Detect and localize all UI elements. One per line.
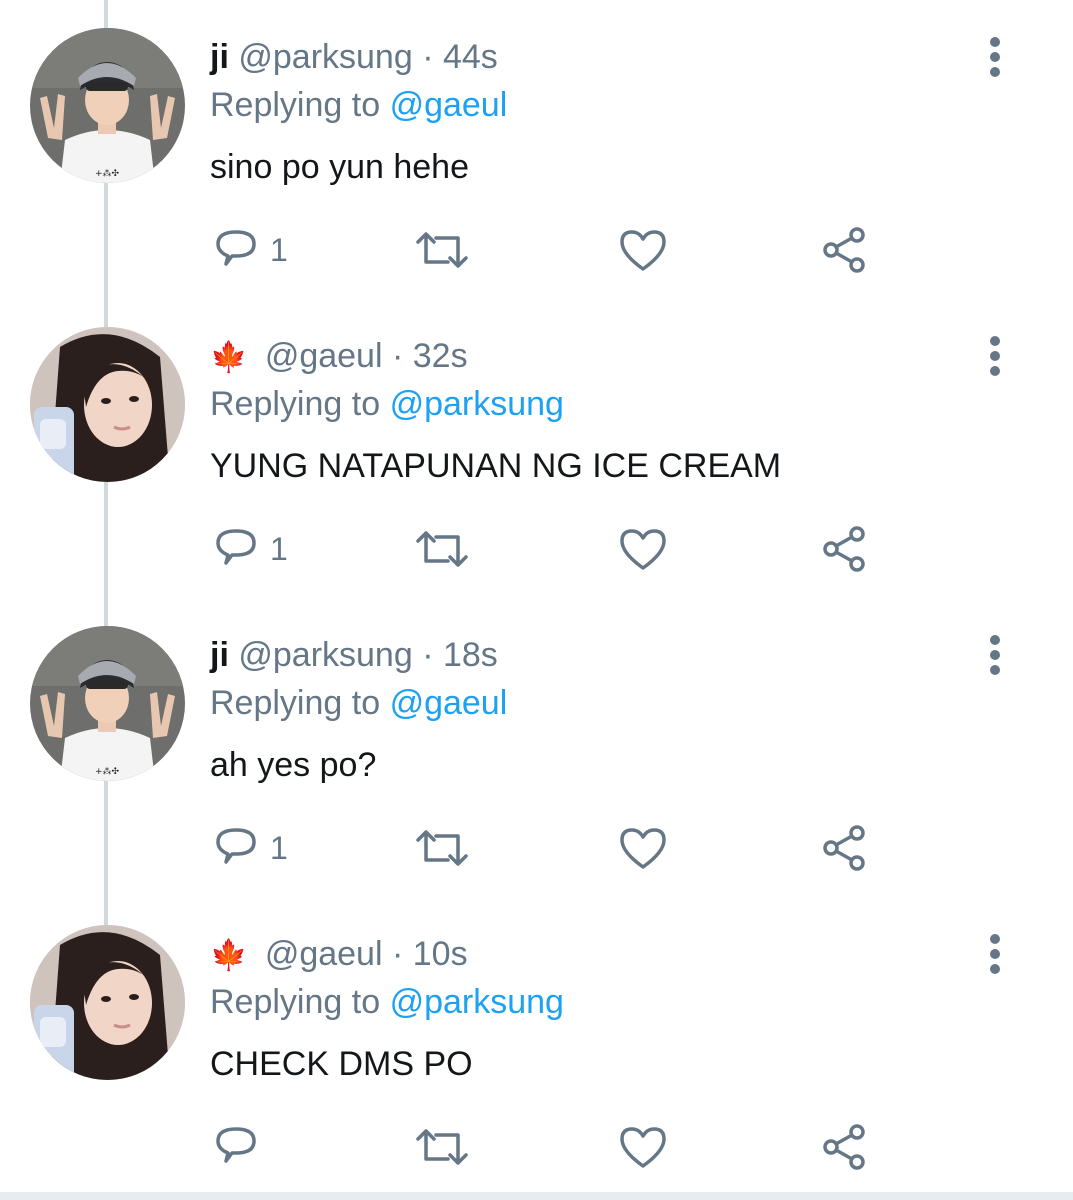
tweet[interactable]: 🍁 @gaeul · 32s Replying to @parksung YUN… [0, 299, 1073, 599]
more-options-button[interactable] [980, 634, 1010, 676]
avatar[interactable]: +⁂✣ [30, 28, 185, 183]
svg-text:+⁂✣: +⁂✣ [95, 766, 120, 777]
tweet-text: YUNG NATAPUNAN NG ICE CREAM [210, 447, 782, 485]
timestamp[interactable]: 10s [413, 935, 468, 973]
display-name[interactable]: ji [210, 38, 229, 76]
timestamp[interactable]: 18s [443, 636, 498, 674]
retweet-icon [416, 232, 468, 268]
tweet[interactable]: +⁂✣ ji @parksung · 18s Replying to @gaeu… [0, 598, 1073, 898]
tweet-header: 🍁 @gaeul · 10s [210, 933, 468, 975]
retweet-button[interactable] [414, 222, 470, 278]
tweet-actions: 1 [210, 820, 910, 876]
replying-prefix: Replying to [210, 86, 381, 124]
mention-link[interactable]: @gaeul [390, 86, 508, 124]
more-vertical-icon [990, 37, 1000, 77]
tweet-header: 🍁 @gaeul · 32s [210, 335, 468, 377]
like-icon [620, 828, 666, 869]
separator-dot: · [422, 38, 434, 76]
maple-leaf-display-name[interactable]: 🍁 [210, 341, 247, 374]
replying-prefix: Replying to [210, 385, 381, 423]
mention-link[interactable]: @gaeul [390, 684, 508, 722]
reply-count: 1 [270, 830, 288, 866]
like-icon [620, 230, 666, 271]
replying-to: Replying to @gaeul [210, 84, 507, 126]
reply-icon [216, 230, 256, 266]
tweet-header: ji @parksung · 44s [210, 36, 498, 78]
timestamp[interactable]: 44s [443, 38, 498, 76]
replying-prefix: Replying to [210, 983, 381, 1021]
more-options-button[interactable] [980, 335, 1010, 377]
tweet[interactable]: +⁂✣ ji @parksung · 44s Replying to @gaeu… [0, 0, 1073, 300]
retweet-button[interactable] [414, 820, 470, 876]
separator-dot: · [422, 636, 434, 674]
replying-to: Replying to @parksung [210, 981, 564, 1023]
share-icon [823, 1124, 865, 1170]
reply-count: 1 [270, 232, 288, 268]
reply-count: 1 [270, 531, 288, 567]
share-button[interactable] [820, 1119, 870, 1175]
reply-button[interactable]: 1 [212, 820, 288, 876]
mention-link[interactable]: @parksung [390, 385, 564, 423]
share-icon [823, 825, 865, 871]
like-button[interactable] [618, 820, 668, 876]
share-button[interactable] [820, 521, 870, 577]
reply-button[interactable] [212, 1119, 270, 1175]
share-icon [823, 227, 865, 273]
replying-prefix: Replying to [210, 684, 381, 722]
more-vertical-icon [990, 934, 1000, 974]
reply-icon [216, 529, 256, 565]
reply-icon [216, 828, 256, 864]
replying-to: Replying to @gaeul [210, 682, 507, 724]
retweet-icon [416, 1129, 468, 1165]
like-icon [620, 529, 666, 570]
avatar[interactable] [30, 925, 185, 1080]
retweet-icon [416, 830, 468, 866]
avatar[interactable]: +⁂✣ [30, 626, 185, 781]
retweet-button[interactable] [414, 1119, 470, 1175]
reply-button[interactable]: 1 [212, 222, 288, 278]
handle[interactable]: @gaeul [265, 935, 383, 973]
tweet-text: ah yes po? [210, 746, 377, 784]
like-icon [620, 1127, 666, 1168]
tweet-actions: 1 [210, 222, 910, 278]
avatar[interactable] [30, 327, 185, 482]
timestamp[interactable]: 32s [413, 337, 468, 375]
separator-dot: · [391, 935, 404, 973]
tweet-text: CHECK DMS PO [210, 1045, 473, 1083]
handle[interactable]: @parksung [238, 38, 412, 76]
retweet-button[interactable] [414, 521, 470, 577]
more-options-button[interactable] [980, 36, 1010, 78]
like-button[interactable] [618, 222, 668, 278]
display-name[interactable]: ji [210, 636, 229, 674]
share-icon [823, 526, 865, 572]
tweet[interactable]: 🍁 @gaeul · 10s Replying to @parksung CHE… [0, 897, 1073, 1197]
mention-link[interactable]: @parksung [390, 983, 564, 1021]
maple-leaf-display-name[interactable]: 🍁 [210, 939, 247, 972]
share-button[interactable] [820, 820, 870, 876]
svg-text:+⁂✣: +⁂✣ [95, 168, 120, 179]
share-button[interactable] [820, 222, 870, 278]
separator-dot: · [391, 337, 404, 375]
reply-icon [216, 1127, 256, 1163]
retweet-icon [416, 531, 468, 567]
like-button[interactable] [618, 1119, 668, 1175]
tweet-text: sino po yun hehe [210, 148, 469, 186]
more-vertical-icon [990, 336, 1000, 376]
handle[interactable]: @parksung [238, 636, 412, 674]
replying-to: Replying to @parksung [210, 383, 564, 425]
more-options-button[interactable] [980, 933, 1010, 975]
tweet-actions [210, 1119, 910, 1175]
tweet-actions: 1 [210, 521, 910, 577]
more-vertical-icon [990, 635, 1000, 675]
handle[interactable]: @gaeul [265, 337, 383, 375]
bottom-divider [0, 1192, 1073, 1200]
reply-button[interactable]: 1 [212, 521, 288, 577]
like-button[interactable] [618, 521, 668, 577]
tweet-header: ji @parksung · 18s [210, 634, 498, 676]
